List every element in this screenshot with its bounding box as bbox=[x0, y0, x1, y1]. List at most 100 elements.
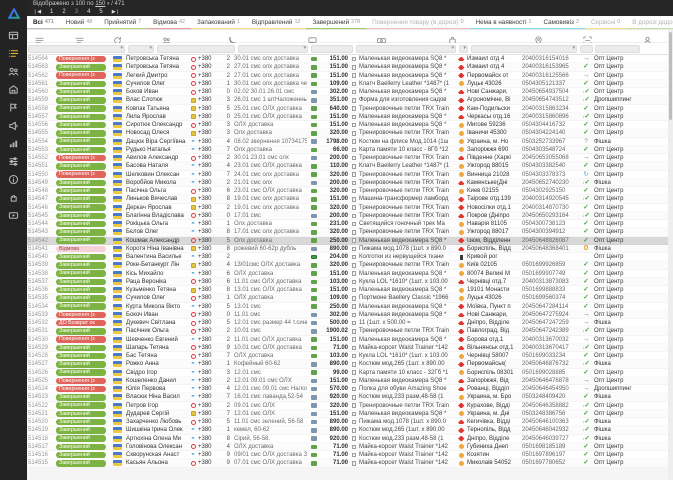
table-row[interactable]: 514535 Завершений Сучилов Олег +380 1 ОЛХ дос… bbox=[27, 294, 668, 303]
table-row[interactable]: 514564 Повернення (з Петровська Тетяна +380… bbox=[27, 55, 668, 63]
tab-6[interactable]: Завершений 278 bbox=[306, 16, 367, 29]
table-row[interactable]: 514554 Завершений Дацюк Віра Сергіївна *+38… bbox=[27, 138, 668, 146]
table-row[interactable]: 514516ЗавершенийСкворунская Анаст*+38090… bbox=[27, 451, 668, 459]
table-row[interactable]: 514531 Завершений Пасічник Ольга +380 2 10.01… bbox=[27, 327, 668, 336]
table-row[interactable]: 514522 Завершений Петров Ігор +380 2 09.01 см… bbox=[27, 402, 668, 410]
tab-1[interactable]: Новий 48 bbox=[59, 16, 99, 29]
table-row[interactable]: 514532 ДО Возврат ок Дукевич Світлана +380 5… bbox=[27, 319, 668, 327]
table-row[interactable]: 514549 Завершений Воробйов Микола *+380 2 21.… bbox=[27, 178, 668, 187]
table-row[interactable]: 514551 Завершений Басова Наталя *+380 4 23.01… bbox=[27, 162, 668, 171]
table-row[interactable]: 514538 Завершений Кісь Михайло *+380 6 ОЛХ до… bbox=[27, 270, 668, 278]
table-row[interactable]: 514544 Завершений Рокіцька Ольга *+380 1 Олх … bbox=[27, 220, 668, 228]
table-row[interactable]: 514556 Завершений Сиротюк Олександр +380 3 ОЛ… bbox=[27, 121, 668, 129]
table-row[interactable]: 514540 Завершений Валентина Василье *+380 2 2… bbox=[27, 253, 668, 261]
tab-8[interactable]: Нема в наявності 1 bbox=[469, 16, 538, 29]
table-row[interactable]: 514548 Завершений Пасічна Ольга +380 6 23.01 … bbox=[27, 187, 668, 195]
table-row[interactable]: 514555 Завершений Новосад Олеся +380 3 Олх до… bbox=[27, 129, 668, 138]
orders-icon[interactable] bbox=[0, 44, 27, 62]
info-icon[interactable] bbox=[0, 170, 27, 188]
settings-icon[interactable] bbox=[0, 152, 27, 170]
table-row[interactable]: 514546 Завершений Деркач Ярослав +380 2 19.01… bbox=[27, 204, 668, 212]
support-icon[interactable] bbox=[0, 188, 27, 206]
column-filter-9[interactable] bbox=[595, 45, 640, 53]
last-page-icon[interactable]: ▶❘ bbox=[112, 8, 120, 16]
table-row[interactable]: 514526 Завершений Свідро Ігор *+380 3 12.01 с… bbox=[27, 369, 668, 377]
column-filter-7[interactable] bbox=[471, 45, 577, 53]
table-row[interactable]: 514530 Повернення (з Шевченко Евгений *+380… bbox=[27, 336, 668, 344]
delivery-icon-cell bbox=[458, 370, 465, 376]
table-row[interactable]: 514537 Завершений Раца Вероніка +380 6 11.01 … bbox=[27, 277, 668, 286]
tab-9[interactable]: Самовивіз 2 bbox=[537, 16, 585, 29]
table-row[interactable]: 514536 Завершений Кузьменко Тетяна +380 8 13.… bbox=[27, 286, 668, 294]
tab-all[interactable]: Всі 471 bbox=[27, 16, 60, 29]
announce-icon[interactable] bbox=[0, 116, 27, 134]
page-button-4[interactable]: 4 bbox=[87, 8, 90, 16]
column-filter-6[interactable] bbox=[459, 45, 468, 53]
column-filter-2[interactable] bbox=[157, 45, 235, 53]
table-row[interactable]: 514518 Завершений Артюхіна Олена Ми *+380 8С… bbox=[27, 435, 668, 443]
shop-icon[interactable] bbox=[0, 80, 27, 98]
page-button-5[interactable]: 5 bbox=[99, 8, 102, 16]
records-shown[interactable]: Відображено з 100 по 150 ▾ / 471 bbox=[27, 0, 673, 8]
crm-app: Відображено з 100 по 150 ▾ / 471 ❘◀ 1 2 3 4… bbox=[0, 0, 673, 480]
contacts-icon[interactable] bbox=[0, 62, 27, 80]
table-row[interactable]: 514563 Завершений Петровська Тетяна +380 2 27… bbox=[27, 63, 668, 72]
chevron-down-icon[interactable]: ▾ bbox=[107, 1, 110, 7]
table-row[interactable]: 514525 Повернення (з Кошеленко Данил *+380 2… bbox=[27, 376, 668, 385]
per-page-value[interactable]: 150 bbox=[95, 1, 105, 7]
table-row[interactable]: 514553 Завершений Рудько Наталья *+380 7 Олх … bbox=[27, 145, 668, 154]
page-button-3[interactable]: 3 bbox=[75, 8, 78, 16]
column-filter-8[interactable] bbox=[580, 45, 593, 53]
table-row[interactable]: 514561 Завершений Сучилов Олег +380 1 30.01 с… bbox=[27, 79, 668, 88]
column-filter-3[interactable] bbox=[238, 45, 308, 53]
tracking-number: 20450650293164 bbox=[522, 212, 569, 219]
table-row[interactable]: 514524 Повернення (з Юлія Первова *+380 4 12.… bbox=[27, 385, 668, 393]
first-page-icon[interactable]: ❘◀ bbox=[33, 8, 41, 16]
table-row[interactable]: 514545 Завершений Благінна Владіслава +380 0… bbox=[27, 211, 668, 220]
table-row[interactable]: 514543 Завершений Бєлов Олег *+380 8 17.01 см… bbox=[27, 228, 668, 237]
tab-3[interactable]: Відмова 42 bbox=[147, 16, 192, 29]
table-row[interactable]: 514559 Завершений Влас Слотюк +380 3 26.01 см… bbox=[27, 96, 668, 105]
table-row[interactable]: 514533 Повернення (з Бокоч Иван +380 0 11.01 … bbox=[27, 310, 668, 319]
page-button-1[interactable]: 1 bbox=[50, 8, 53, 16]
column-filter-4[interactable] bbox=[311, 45, 353, 53]
table-row[interactable]: 514560 Завершений Боков Иван +380 0 02.02 30.… bbox=[27, 88, 668, 96]
app-logo-icon[interactable] bbox=[0, 0, 27, 26]
table-row[interactable]: 514529 Завершений Шапарь Тетяна +380 9 10.01 … bbox=[27, 343, 668, 352]
column-filter-5[interactable] bbox=[356, 45, 456, 53]
tab-10[interactable]: Сервісні 0 bbox=[584, 16, 627, 29]
stats-icon[interactable] bbox=[0, 134, 27, 152]
table-row[interactable]: 514534 Завершений Курта Микола Вікто *+380 5… bbox=[27, 303, 668, 311]
column-filter-1[interactable] bbox=[128, 45, 154, 53]
dashboard-icon[interactable] bbox=[0, 26, 27, 44]
table-row[interactable]: 514542 Завершений Кошмак Александр +380 5 Олх… bbox=[27, 236, 668, 245]
table-row[interactable]: 514521 Завершений Дударев Сергій +380 7 12.01… bbox=[27, 409, 668, 418]
table-row[interactable]: 514539 Завершений Роке-Бетанкурт Лін +380 4 1… bbox=[27, 261, 668, 270]
video-icon[interactable] bbox=[0, 206, 27, 224]
table-row[interactable]: 514562 Повернення (з Легкий Дмитро +380 2 27.… bbox=[27, 72, 668, 80]
delivery-city: Новосілки отд.1 bbox=[467, 204, 511, 211]
tab-4[interactable]: Запакований 1 bbox=[191, 16, 246, 29]
page-button-2[interactable]: 2 bbox=[62, 8, 65, 16]
vertical-scrollbar[interactable] bbox=[668, 30, 673, 480]
scrollbar-thumb[interactable] bbox=[669, 32, 672, 120]
table-row[interactable]: 514550 Повернення (з Шелковин Олексан *+380… bbox=[27, 171, 668, 179]
table-row[interactable]: 514557 Завершений Лила Ярослав +380 0 25.01 с… bbox=[27, 112, 668, 121]
table-row[interactable]: 514520 Завершений Захарченко Любовь +380 5 11… bbox=[27, 418, 668, 426]
table-row[interactable]: 514515 Завершений Касьян Альона +380 9 07.01 … bbox=[27, 459, 668, 468]
tab-5[interactable]: Відправлений 12 bbox=[245, 16, 307, 29]
tab-7[interactable]: Повернення товару (в дорозі) 0 bbox=[366, 16, 470, 29]
table-row[interactable]: 514541 Відмова Коротя Ніна Іванівна +380 8 ро… bbox=[27, 244, 668, 253]
promo-icon[interactable] bbox=[0, 98, 27, 116]
table-row[interactable]: 514552 Повернення (з Авилов Александр +380 2… bbox=[27, 154, 668, 162]
table-row[interactable]: 514517 Завершений Головінова Олексан +380 4 О… bbox=[27, 442, 668, 451]
column-filter-0[interactable] bbox=[28, 45, 125, 53]
tab-2[interactable]: Прийнятий 7 bbox=[98, 16, 148, 29]
table-row[interactable]: 514519 Завершений Шишкіна Ірина Олек *+380 1… bbox=[27, 426, 668, 435]
tab-11[interactable]: В дорозі додому0 bbox=[626, 16, 673, 29]
table-row[interactable]: 514547 Завершений Линьков Вячеслав +380 8 19.… bbox=[27, 195, 668, 204]
table-row[interactable]: 514523 Завершений Власюк Ніна Васил *+380 71… bbox=[27, 393, 668, 402]
table-row[interactable]: 514558 Завершений Ковпак Татьяна +380 5 25.01… bbox=[27, 105, 668, 113]
table-row[interactable]: 514527 Завершений Рожко Анна *+380 1 Кофейный… bbox=[27, 360, 668, 369]
table-row[interactable]: 514528 Завершений Бас Тетяна +380 7 ОЛХ доста… bbox=[27, 352, 668, 360]
